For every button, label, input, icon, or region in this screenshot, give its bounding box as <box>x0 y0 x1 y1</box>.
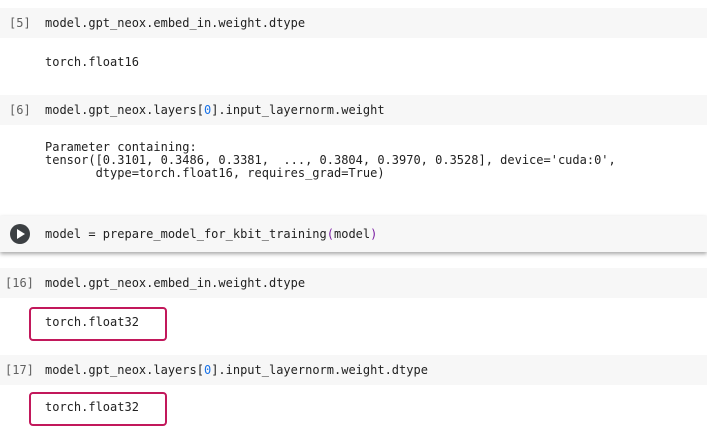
code-line[interactable]: model.gpt_neox.layers[0].input_layernorm… <box>45 363 428 377</box>
code-line[interactable]: model.gpt_neox.embed_in.weight.dtype <box>45 16 305 30</box>
code-line[interactable]: model.gpt_neox.layers[0].input_layernorm… <box>45 103 385 117</box>
cell-output: torch.float16 <box>45 55 139 69</box>
code-cell-6[interactable]: [6] model.gpt_neox.layers[0].input_layer… <box>0 95 707 125</box>
execution-count: [16] <box>5 276 34 290</box>
play-icon[interactable] <box>10 224 30 244</box>
cell-output-line: dtype=torch.float16, requires_grad=True) <box>45 166 385 180</box>
code-text: model.gpt_neox.layers[ <box>45 103 204 117</box>
code-paren: ( <box>326 227 334 241</box>
code-line[interactable]: model.gpt_neox.embed_in.weight.dtype <box>45 276 305 290</box>
code-cell-5[interactable]: [5] model.gpt_neox.embed_in.weight.dtype <box>0 8 707 38</box>
cell-output: torch.float32 <box>45 315 139 329</box>
code-text: ].input_layernorm.weight <box>211 103 385 117</box>
code-text: model = prepare_model_for_kbit_training <box>45 227 327 241</box>
code-text: ].input_layernorm.weight.dtype <box>211 363 428 377</box>
code-line[interactable]: model = prepare_model_for_kbit_training(… <box>45 227 377 241</box>
code-text: model.gpt_neox.layers[ <box>45 363 204 377</box>
execution-count: [5] <box>9 16 31 30</box>
code-arg: model <box>334 227 371 241</box>
cell-output: torch.float32 <box>45 400 139 414</box>
execution-count: [17] <box>5 363 34 377</box>
execution-count: [6] <box>9 103 31 117</box>
active-code-cell[interactable]: model = prepare_model_for_kbit_training(… <box>0 216 707 252</box>
code-cell-17[interactable]: [17] model.gpt_neox.layers[0].input_laye… <box>0 355 707 385</box>
code-paren: ) <box>370 227 378 241</box>
code-cell-16[interactable]: [16] model.gpt_neox.embed_in.weight.dtyp… <box>0 268 707 298</box>
